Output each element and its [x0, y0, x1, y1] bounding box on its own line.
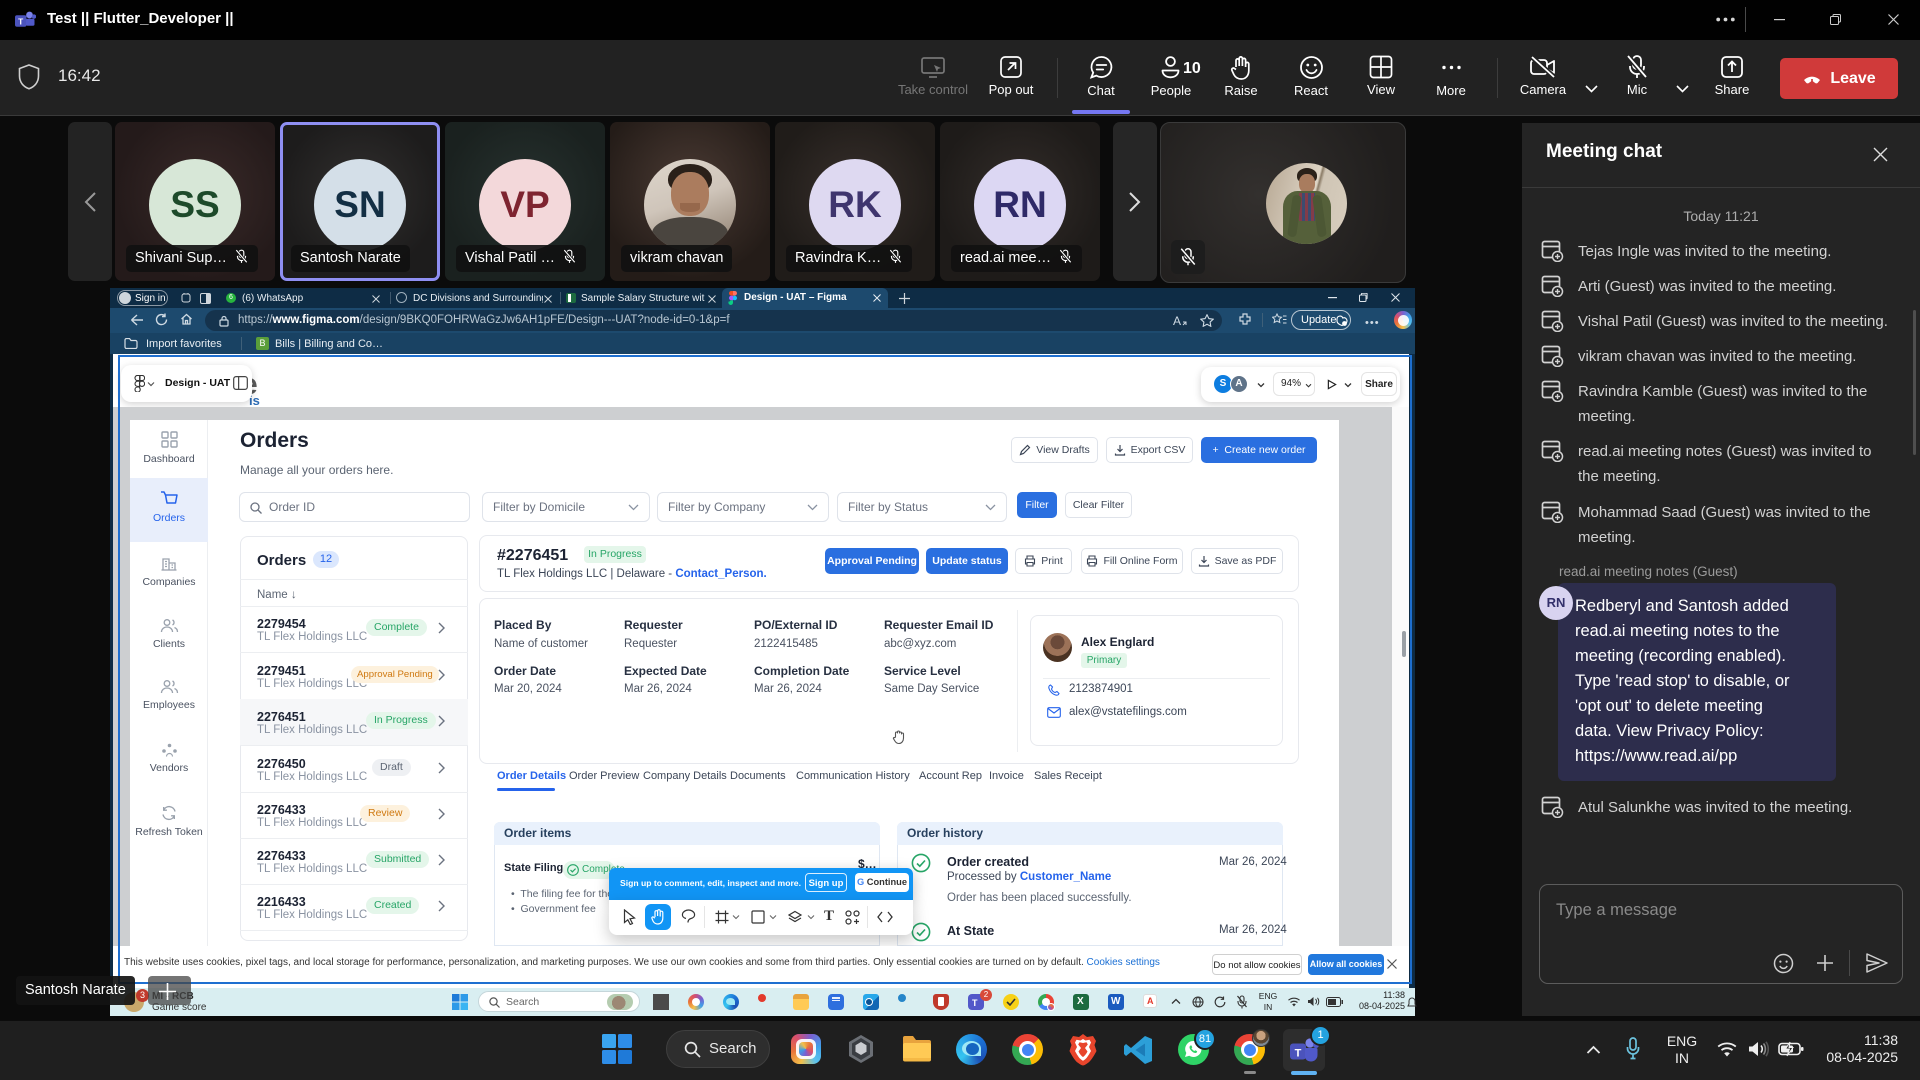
svg-text:T: T: [18, 16, 24, 26]
svg-text:A: A: [1173, 314, 1181, 327]
svg-text:T: T: [1295, 1047, 1302, 1059]
